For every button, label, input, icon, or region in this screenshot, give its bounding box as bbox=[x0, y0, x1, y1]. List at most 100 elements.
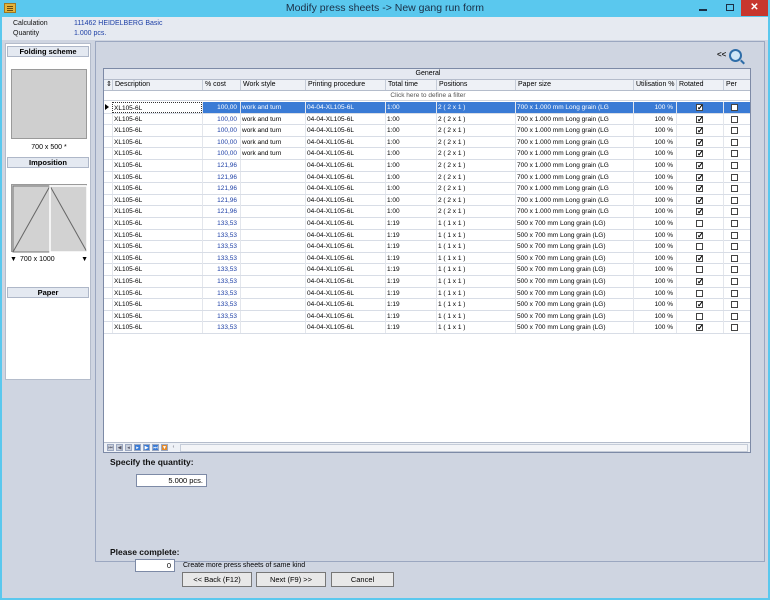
cell-util[interactable]: 100 % bbox=[633, 206, 676, 218]
cell-work[interactable] bbox=[240, 264, 305, 276]
cell-util[interactable]: 100 % bbox=[633, 183, 676, 195]
magnifier-icon[interactable] bbox=[729, 49, 742, 62]
minimize-button[interactable] bbox=[690, 0, 716, 16]
rotated-checkbox[interactable] bbox=[696, 266, 703, 274]
cell-paper[interactable]: 700 x 1.000 mm Long grain (LG bbox=[515, 148, 633, 160]
header-total-time[interactable]: Total time bbox=[385, 80, 436, 90]
cell-work[interactable] bbox=[240, 171, 305, 183]
cell-time[interactable]: 1:19 bbox=[385, 252, 436, 264]
cell-util[interactable]: 100 % bbox=[633, 264, 676, 276]
cell-desc[interactable]: XL105-6L bbox=[112, 276, 202, 287]
cell-pos[interactable]: 1 ( 1 x 1 ) bbox=[436, 287, 515, 299]
cell-proc[interactable]: 04-04-XL105-6L bbox=[305, 264, 385, 276]
paper-header[interactable]: Paper bbox=[7, 287, 89, 298]
table-row[interactable]: XL105-6L 100,00 work and turn 04-04-XL105-6… bbox=[104, 136, 750, 149]
folding-scheme-header[interactable]: Folding scheme bbox=[7, 46, 89, 57]
per-checkbox[interactable] bbox=[731, 312, 738, 320]
cell-paper[interactable]: 500 x 700 mm Long grain (LG) bbox=[515, 287, 633, 299]
cell-proc[interactable]: 04-04-XL105-6L bbox=[305, 194, 385, 206]
cell-cost[interactable]: 133,53 bbox=[202, 264, 240, 276]
cell-util[interactable]: 100 % bbox=[633, 287, 676, 299]
cell-paper[interactable]: 700 x 1.000 mm Long grain (LG bbox=[515, 160, 633, 171]
rotated-checkbox[interactable] bbox=[696, 102, 704, 113]
cell-desc[interactable]: XL105-6L bbox=[112, 194, 202, 206]
cell-util[interactable]: 100 % bbox=[633, 102, 676, 113]
cell-util[interactable]: 100 % bbox=[633, 241, 676, 253]
rotated-checkbox[interactable] bbox=[696, 125, 704, 136]
cancel-button[interactable]: Cancel bbox=[331, 572, 394, 587]
cell-desc[interactable]: XL105-6L bbox=[112, 218, 202, 229]
table-row[interactable]: XL105-6L 133,53 04-04-XL105-6L 1:19 1 ( 1 x … bbox=[104, 310, 750, 323]
cell-pos[interactable]: 2 ( 2 x 1 ) bbox=[436, 160, 515, 171]
prev-record-icon[interactable]: ◂ bbox=[125, 444, 132, 451]
per-checkbox[interactable] bbox=[731, 220, 738, 227]
cell-desc[interactable]: XL105-6L bbox=[112, 287, 202, 299]
cell-pos[interactable]: 1 ( 1 x 1 ) bbox=[436, 241, 515, 253]
cell-cost[interactable]: 100,00 bbox=[202, 102, 240, 113]
cell-pos[interactable]: 1 ( 1 x 1 ) bbox=[436, 310, 515, 322]
cell-proc[interactable]: 04-04-XL105-6L bbox=[305, 310, 385, 322]
per-checkbox[interactable] bbox=[731, 162, 738, 169]
rotated-checkbox[interactable] bbox=[696, 114, 704, 125]
rotated-checkbox[interactable] bbox=[696, 206, 704, 217]
table-row[interactable]: XL105-6L 121,96 04-04-XL105-6L 1:00 2 ( 2 x … bbox=[104, 206, 750, 218]
horizontal-scrollbar[interactable] bbox=[180, 444, 748, 452]
rotated-checkbox[interactable] bbox=[696, 230, 704, 241]
cell-work[interactable]: work and turn bbox=[240, 125, 305, 137]
cell-desc[interactable]: XL105-6L bbox=[112, 206, 202, 218]
more-sheets-input[interactable]: 0 bbox=[135, 559, 175, 572]
cell-desc[interactable]: XL105-6L bbox=[112, 322, 202, 334]
collapse-toggle[interactable]: << bbox=[717, 50, 726, 59]
cell-time[interactable]: 1:19 bbox=[385, 299, 436, 311]
imposition-header[interactable]: Imposition bbox=[7, 157, 89, 168]
cell-paper[interactable]: 500 x 700 mm Long grain (LG) bbox=[515, 229, 633, 241]
per-checkbox[interactable] bbox=[731, 231, 738, 239]
cell-util[interactable]: 100 % bbox=[633, 229, 676, 241]
cell-desc[interactable]: XL105-6L bbox=[112, 310, 202, 322]
cell-paper[interactable]: 700 x 1.000 mm Long grain (LG bbox=[515, 113, 633, 125]
table-row[interactable]: XL105-6L 133,53 04-04-XL105-6L 1:19 1 ( 1 x … bbox=[104, 241, 750, 253]
imposition-size-select[interactable]: ▼ 700 x 1000 ▼ bbox=[10, 256, 88, 267]
filter-row[interactable]: Click here to define a filter bbox=[104, 91, 750, 101]
filter-icon[interactable]: ▼ bbox=[161, 444, 168, 451]
cell-cost[interactable]: 133,53 bbox=[202, 241, 240, 253]
table-row[interactable]: XL105-6L 121,96 04-04-XL105-6L 1:00 2 ( 2 x … bbox=[104, 183, 750, 195]
cell-time[interactable]: 1:19 bbox=[385, 218, 436, 229]
header-utilisation[interactable]: Utilisation % bbox=[633, 80, 676, 90]
cell-pos[interactable]: 1 ( 1 x 1 ) bbox=[436, 218, 515, 229]
cell-work[interactable] bbox=[240, 206, 305, 218]
cell-time[interactable]: 1:00 bbox=[385, 136, 436, 148]
per-checkbox[interactable] bbox=[731, 185, 738, 193]
rotated-checkbox[interactable] bbox=[696, 299, 704, 310]
press-sheets-grid[interactable]: General ⇕ Description % cost Work style … bbox=[103, 68, 751, 453]
per-checkbox[interactable] bbox=[731, 266, 738, 274]
cell-cost[interactable]: 100,00 bbox=[202, 136, 240, 148]
cell-cost[interactable]: 133,53 bbox=[202, 252, 240, 264]
header-printing-procedure[interactable]: Printing procedure bbox=[305, 80, 385, 90]
cell-time[interactable]: 1:19 bbox=[385, 287, 436, 299]
quantity-input[interactable]: 5.000 pcs. bbox=[136, 474, 207, 487]
cell-proc[interactable]: 04-04-XL105-6L bbox=[305, 160, 385, 171]
rotated-checkbox[interactable] bbox=[696, 148, 704, 159]
cell-time[interactable]: 1:00 bbox=[385, 160, 436, 171]
cell-paper[interactable]: 500 x 700 mm Long grain (LG) bbox=[515, 241, 633, 253]
per-checkbox[interactable] bbox=[731, 138, 738, 146]
cell-cost[interactable]: 133,53 bbox=[202, 276, 240, 287]
cell-proc[interactable]: 04-04-XL105-6L bbox=[305, 183, 385, 195]
cell-time[interactable]: 1:19 bbox=[385, 264, 436, 276]
cell-pos[interactable]: 2 ( 2 x 1 ) bbox=[436, 183, 515, 195]
next-record-icon[interactable]: ▸ bbox=[134, 444, 141, 451]
per-checkbox[interactable] bbox=[731, 173, 738, 181]
cell-paper[interactable]: 500 x 700 mm Long grain (LG) bbox=[515, 218, 633, 229]
cell-proc[interactable]: 04-04-XL105-6L bbox=[305, 241, 385, 253]
cell-desc[interactable]: XL105-6L bbox=[112, 183, 202, 195]
per-checkbox[interactable] bbox=[731, 254, 738, 262]
rotated-checkbox[interactable] bbox=[696, 289, 703, 297]
last-record-icon[interactable]: ⏭ bbox=[152, 444, 159, 451]
cell-pos[interactable]: 1 ( 1 x 1 ) bbox=[436, 299, 515, 311]
cell-work[interactable] bbox=[240, 218, 305, 229]
table-row[interactable]: XL105-6L 100,00 work and turn 04-04-XL105-6… bbox=[104, 113, 750, 126]
table-row[interactable]: XL105-6L 100,00 work and turn 04-04-XL105-6… bbox=[104, 148, 750, 160]
cell-paper[interactable]: 500 x 700 mm Long grain (LG) bbox=[515, 299, 633, 311]
close-button[interactable]: ✕ bbox=[741, 0, 768, 16]
